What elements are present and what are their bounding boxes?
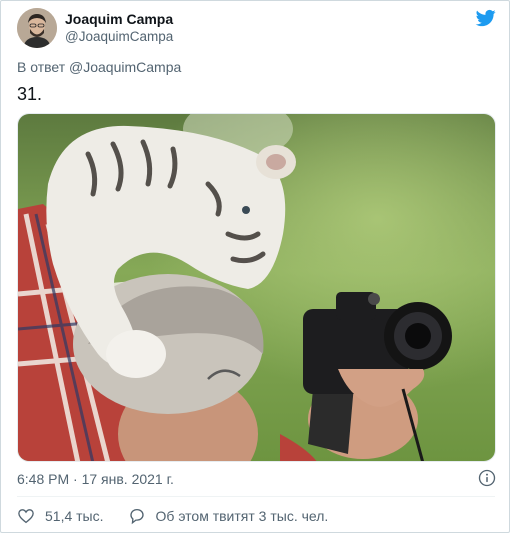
divider [17,496,495,497]
avatar[interactable] [17,8,57,48]
action-bar: 51,4 тыс. Об этом твитят 3 тыс. чел. [17,507,328,525]
heart-icon [18,509,34,524]
tweet-timestamp[interactable]: 6:48 PM · 17 янв. 2021 г. [17,471,174,487]
like-count: 51,4 тыс. [45,508,104,524]
info-icon[interactable] [478,469,496,487]
discussion-label: Об этом твитят 3 тыс. чел. [155,508,329,524]
speech-bubble-icon [129,508,144,525]
author-name[interactable]: Joaquim Campa [65,11,173,28]
discussion-button[interactable]: Об этом твитят 3 тыс. чел. [128,507,329,525]
reply-to-label[interactable]: В ответ @JoaquimCampa [17,59,181,75]
tweet-card: Joaquim Campa @JoaquimCampa В ответ @Joa… [0,0,510,533]
like-button[interactable]: 51,4 тыс. [17,507,104,525]
tweet-text: 31. [17,84,43,104]
tweet-photo[interactable] [17,113,496,462]
twitter-bird-icon[interactable] [475,8,497,28]
author-handle[interactable]: @JoaquimCampa [65,29,173,44]
